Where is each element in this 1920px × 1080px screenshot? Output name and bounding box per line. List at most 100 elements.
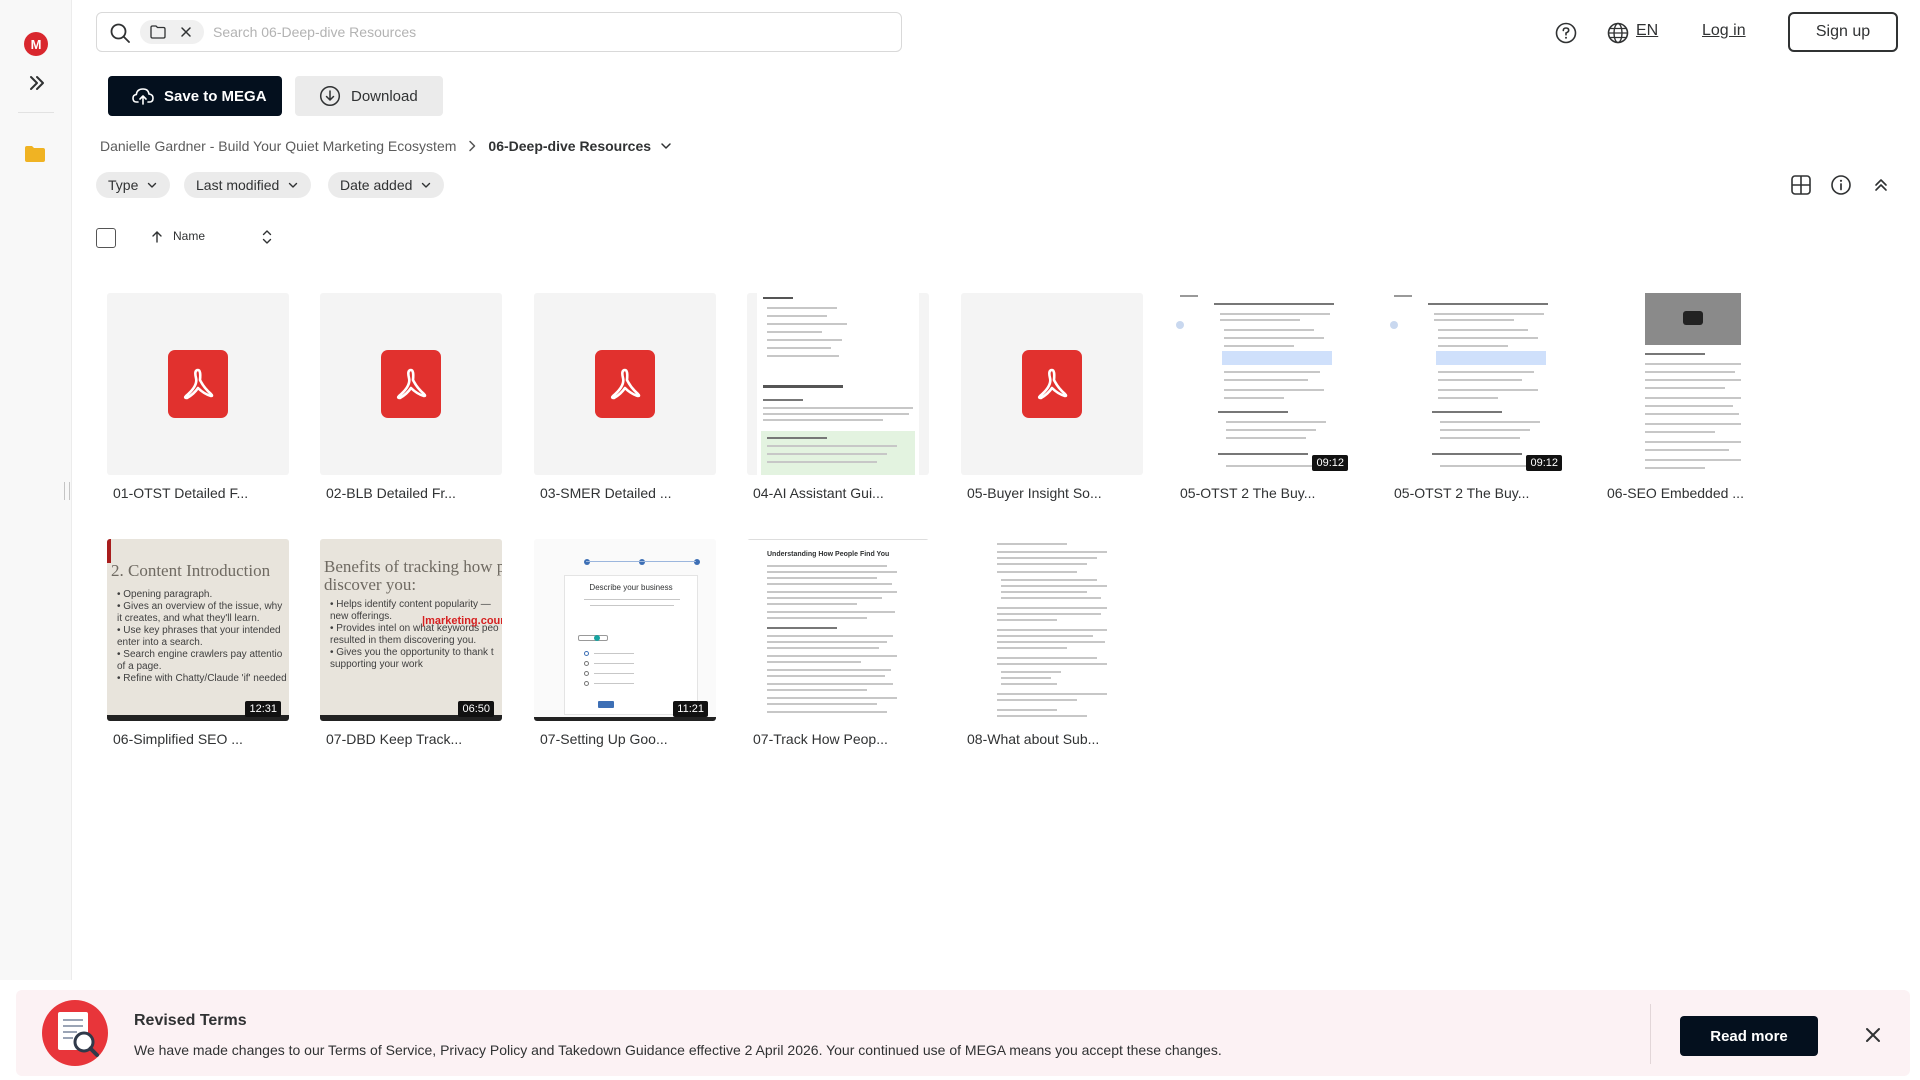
save-to-mega-button[interactable]: Save to MEGA [108,76,282,116]
file-tile[interactable]: 09:12 05-OTST 2 The Buy... [1388,293,1570,501]
slide-bullet: • Opening paragraph. [117,589,213,600]
select-all-checkbox[interactable] [96,228,116,248]
folder-icon [150,25,166,39]
expand-sidebar-icon[interactable] [26,72,48,94]
chevron-double-up-icon[interactable] [1872,176,1890,194]
file-thumbnail [961,293,1143,475]
filter-type-label: Type [108,177,139,193]
slide-title: 2. Content Introduction [111,561,271,580]
slide-preview: Benefits of tracking how peo discover yo… [320,539,502,721]
language-selector[interactable]: EN [1636,22,1658,40]
file-thumbnail: Understanding How People Find You [747,539,929,721]
file-thumbnail [534,293,716,475]
slide-bullet: enter into a search. [117,637,203,648]
file-thumbnail [320,293,502,475]
slide-bullet: resulted in them discovering you. [330,635,477,646]
file-name: 07-Track How Peop... [753,731,888,747]
signup-button[interactable]: Sign up [1788,12,1898,52]
file-tile[interactable]: 08-What about Sub... [961,539,1143,747]
file-tile[interactable]: Benefits of tracking how peo discover yo… [320,539,502,747]
terms-document-icon [42,1000,108,1066]
video-duration: 12:31 [245,701,281,717]
file-name: 06-Simplified SEO ... [113,731,243,747]
sort-toggle-icon[interactable] [260,228,274,246]
file-tile[interactable]: 2. Content Introduction • Opening paragr… [107,539,289,747]
banner-text: We have made changes to our Terms of Ser… [134,1042,1222,1058]
pdf-icon [1022,350,1082,418]
file-name: 01-OTST Detailed F... [113,485,249,501]
file-thumbnail [1601,293,1783,475]
slide-bullets: • Helps identify content popularity — ne… [330,599,500,671]
file-tile[interactable]: 05-Buyer Insight So... [961,293,1143,501]
slide-preview: 2. Content Introduction • Opening paragr… [107,539,289,721]
revised-terms-banner: Revised Terms We have made changes to ou… [16,990,1910,1076]
slide-bullet: • Gives you the opportunity to thank t [330,647,494,658]
file-name: 05-OTST 2 The Buy... [1180,485,1316,501]
slide-title: Benefits of tracking how peo [324,557,502,576]
video-duration: 09:12 [1312,455,1348,471]
file-thumbnail [107,293,289,475]
breadcrumb-current-folder[interactable]: 06-Deep-dive Resources [488,138,651,154]
video-thumbnail: 09:12 [1174,293,1356,475]
file-tile[interactable]: 06-SEO Embedded ... [1601,293,1783,501]
video-thumbnail: Benefits of tracking how peo discover yo… [320,539,502,721]
sidebar-resize-handle[interactable] [64,482,70,500]
slide-bullet: • Use key phrases that your intended [117,625,281,636]
file-name: 08-What about Sub... [967,731,1100,747]
download-button[interactable]: Download [295,76,443,116]
search-input[interactable] [213,21,873,43]
slide-bullet: • Refine with Chatty/Claude 'if' needed [117,673,287,684]
document-preview [757,293,919,475]
banner-title: Revised Terms [134,1012,247,1029]
pdf-icon [595,350,655,418]
filter-date-added[interactable]: Date added [328,172,445,198]
screen-heading: Describe your business [589,583,673,592]
file-tile[interactable]: 02-BLB Detailed Fr... [320,293,502,501]
sort-by-name[interactable]: Name [173,229,205,243]
search-bar [96,12,902,52]
close-icon[interactable] [1864,1026,1882,1044]
file-name: 06-SEO Embedded ... [1607,485,1744,501]
pdf-icon [168,350,228,418]
filter-type[interactable]: Type [96,172,171,198]
file-name: 02-BLB Detailed Fr... [326,485,456,501]
pdf-icon [381,350,441,418]
close-icon[interactable] [178,24,194,40]
save-to-mega-label: Save to MEGA [164,87,267,105]
grid-view-icon[interactable] [1790,174,1812,196]
file-tile[interactable]: 09:12 05-OTST 2 The Buy... [1174,293,1356,501]
download-label: Download [351,87,418,105]
slide-title-line-2: discover you: [324,575,417,594]
file-tile[interactable]: Understanding How People Find You 07-Tra… [747,539,929,747]
breadcrumb-parent-folder[interactable]: Danielle Gardner - Build Your Quiet Mark… [100,138,456,154]
file-tile[interactable]: Describe your business 11:21 07-Setting … [534,539,716,747]
file-name: 07-Setting Up Goo... [540,731,668,747]
globe-icon[interactable] [1606,21,1630,45]
slide-bullet: • Helps identify content popularity — [330,599,491,610]
document-heading: Understanding How People Find You [767,551,890,558]
login-link[interactable]: Log in [1702,22,1746,40]
slide-bullet: of a page. [117,661,162,672]
chevron-down-icon[interactable] [659,139,673,153]
slide-bullet: it creates, and what they'll learn. [117,613,260,624]
slide-watermark: |marketing.cours [422,615,502,627]
file-tile[interactable]: 04-AI Assistant Gui... [747,293,929,501]
filter-last-modified-label: Last modified [196,177,280,193]
mega-logo[interactable]: M [24,32,48,56]
slide-bullet: • Gives an overview of the issue, why [117,601,283,612]
banner-divider [1650,1004,1651,1064]
arrow-up-icon[interactable] [150,230,164,244]
info-icon[interactable] [1830,174,1852,196]
search-scope-chip[interactable] [140,20,204,44]
help-icon[interactable] [1554,21,1578,45]
filter-last-modified[interactable]: Last modified [184,172,312,198]
file-thumbnail [961,539,1143,721]
file-tile[interactable]: 03-SMER Detailed ... [534,293,716,501]
read-more-button[interactable]: Read more [1680,1016,1818,1056]
cloud-upload-icon [132,88,154,105]
video-duration: 11:21 [673,701,708,717]
sidebar: M [0,0,72,980]
cloud-drive-folder-icon[interactable] [24,145,46,163]
file-tile[interactable]: 01-OTST Detailed F... [107,293,289,501]
file-name: 04-AI Assistant Gui... [753,485,884,501]
